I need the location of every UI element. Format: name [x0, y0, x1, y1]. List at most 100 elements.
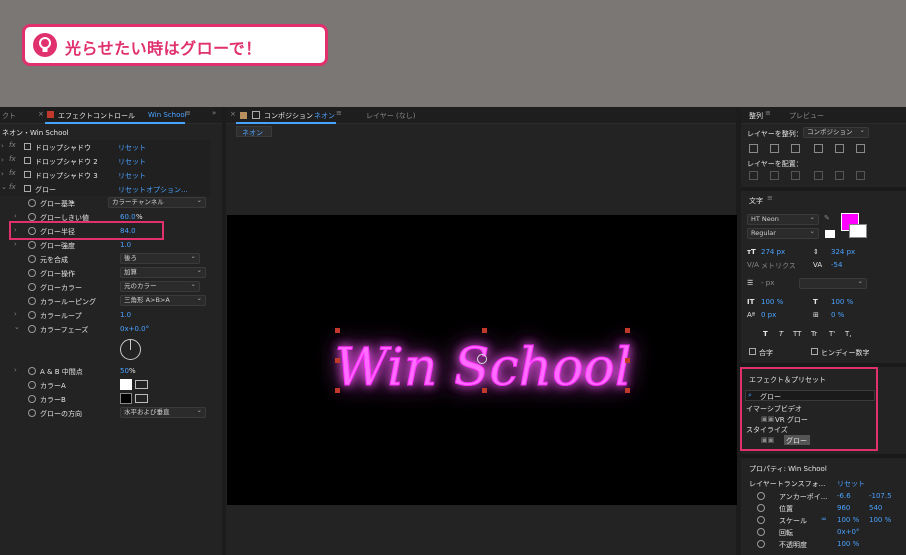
eyedropper-icon[interactable]: ✎ — [824, 214, 830, 222]
font-family-dropdown[interactable]: HT Neon — [747, 213, 819, 225]
effect-row-glow[interactable]: ⌄ fx グロー リセット オプション... — [0, 182, 210, 196]
expand-arrow-icon[interactable]: › — [14, 240, 17, 248]
color-a-swatch[interactable] — [120, 379, 132, 390]
glow-dimensions-dropdown[interactable]: 水平および垂直 — [120, 406, 206, 418]
panel-menu-icon[interactable]: ≡ — [336, 109, 342, 117]
glow-intensity-value[interactable]: 1.0 — [120, 241, 131, 249]
fx-icon[interactable]: fx — [9, 141, 16, 149]
expand-arrow-icon[interactable]: › — [14, 310, 17, 318]
tsume-value[interactable]: 0 % — [831, 311, 844, 319]
subscript-button[interactable]: T, — [845, 330, 852, 338]
position-y-value[interactable]: 540 — [869, 504, 882, 512]
distribute-icon[interactable] — [856, 171, 865, 180]
stopwatch-icon[interactable] — [28, 269, 36, 277]
font-size-value[interactable]: 274 px — [761, 248, 785, 256]
stopwatch-icon[interactable] — [757, 540, 765, 548]
anchor-point-icon[interactable] — [477, 354, 487, 364]
bbox-handle[interactable] — [335, 328, 340, 333]
panel-menu-icon[interactable]: ≡ — [765, 109, 771, 117]
hindi-checkbox[interactable] — [811, 348, 818, 355]
reset-link[interactable]: リセット — [118, 143, 146, 153]
stopwatch-icon[interactable] — [757, 504, 765, 512]
effect-row[interactable]: › fx ドロップシャドウ リセット — [0, 140, 210, 154]
all-caps-button[interactable]: TT — [793, 330, 801, 338]
rotation-value[interactable]: 0x+0° — [837, 528, 859, 536]
align-vcenter-icon[interactable] — [835, 144, 844, 153]
fx-icon[interactable]: fx — [9, 155, 16, 163]
tab-layer-name[interactable]: Win School — [148, 111, 187, 119]
align-to-dropdown[interactable]: コンポジション — [803, 126, 869, 138]
stopwatch-icon[interactable] — [28, 199, 36, 207]
tab-comp-name[interactable]: ネオン — [314, 111, 335, 121]
comp-subtab[interactable]: ネオン — [236, 126, 272, 137]
effect-row[interactable]: › fx ドロップシャドウ 3 リセット — [0, 168, 210, 182]
reset-link[interactable]: リセット — [118, 157, 146, 167]
color-b-swatch[interactable] — [120, 393, 132, 404]
link-icon[interactable]: ∞ — [821, 515, 827, 523]
tab-effect-controls[interactable]: エフェクトコントロール — [58, 111, 135, 121]
anchor-x-value[interactable]: -6.6 — [837, 492, 851, 500]
stopwatch-icon[interactable] — [28, 409, 36, 417]
composition-viewer[interactable]: Win School — [227, 215, 737, 505]
anchor-y-value[interactable]: -107.5 — [869, 492, 892, 500]
baseline-shift-value[interactable]: 0 px — [761, 311, 776, 319]
stopwatch-icon[interactable] — [28, 255, 36, 263]
panel-menu-icon[interactable]: ≡ — [185, 109, 191, 117]
stroke-style-dropdown[interactable] — [799, 277, 867, 289]
stopwatch-icon[interactable] — [757, 516, 765, 524]
align-right-icon[interactable] — [791, 144, 800, 153]
scale-y-value[interactable]: 100 % — [869, 516, 891, 524]
default-colors-icon[interactable] — [825, 230, 835, 238]
composite-original-dropdown[interactable]: 後ろ — [120, 252, 200, 264]
close-icon[interactable]: × — [38, 110, 44, 118]
bbox-handle[interactable] — [625, 388, 630, 393]
tab-layer[interactable]: レイヤー (なし) — [366, 111, 415, 121]
align-left-icon[interactable] — [749, 144, 758, 153]
reset-link[interactable]: リセット — [118, 171, 146, 181]
stopwatch-icon[interactable] — [28, 297, 36, 305]
stroke-color-swatch[interactable] — [849, 224, 867, 238]
align-bottom-icon[interactable] — [856, 144, 865, 153]
ligature-checkbox[interactable] — [749, 348, 756, 355]
distribute-icon[interactable] — [835, 171, 844, 180]
expand-arrow-icon[interactable]: › — [1, 156, 4, 164]
stopwatch-icon[interactable] — [28, 367, 36, 375]
bbox-handle[interactable] — [335, 388, 340, 393]
tab-properties[interactable]: プロパティ: Win School — [749, 464, 827, 474]
bbox-handle[interactable] — [625, 328, 630, 333]
stopwatch-icon[interactable] — [28, 283, 36, 291]
bbox-handle[interactable] — [625, 358, 630, 363]
align-top-icon[interactable] — [814, 144, 823, 153]
color-loops-value[interactable]: 1.0 — [120, 311, 131, 319]
faux-italic-button[interactable]: T — [779, 330, 783, 338]
glow-based-on-dropdown[interactable]: カラーチャンネル — [108, 196, 206, 208]
stroke-width-value[interactable]: - px — [761, 279, 774, 287]
reset-link[interactable]: リセット — [118, 185, 146, 195]
color-looping-dropdown[interactable]: 三角形 A>B>A — [120, 294, 206, 306]
options-link[interactable]: オプション... — [146, 185, 188, 195]
superscript-button[interactable]: T' — [829, 330, 835, 338]
expand-arrow-icon[interactable]: › — [1, 142, 4, 150]
font-style-dropdown[interactable]: Regular — [747, 227, 819, 239]
fx-icon[interactable]: fx — [9, 169, 16, 177]
expand-arrow-icon[interactable]: › — [14, 212, 17, 220]
stopwatch-icon[interactable] — [28, 395, 36, 403]
expand-arrow-icon[interactable]: › — [1, 170, 4, 178]
eyedropper-icon[interactable] — [135, 380, 148, 389]
panel-menu-icon[interactable]: ≡ — [767, 194, 773, 202]
stopwatch-icon[interactable] — [28, 381, 36, 389]
bbox-handle[interactable] — [482, 328, 487, 333]
eyedropper-icon[interactable] — [135, 394, 148, 403]
collapse-arrow-icon[interactable]: ⌄ — [1, 183, 7, 191]
tab-project[interactable]: クト — [2, 111, 16, 121]
faux-bold-button[interactable]: T — [763, 330, 768, 338]
stopwatch-icon[interactable] — [757, 492, 765, 500]
stopwatch-icon[interactable] — [28, 213, 36, 221]
glow-colors-dropdown[interactable]: 元のカラー — [120, 280, 200, 292]
phase-dial[interactable] — [120, 339, 141, 360]
vertical-scale-value[interactable]: 100 % — [761, 298, 783, 306]
stopwatch-icon[interactable] — [28, 241, 36, 249]
close-icon[interactable]: × — [230, 110, 236, 118]
collapse-arrow-icon[interactable]: ⌄ — [14, 323, 20, 331]
small-caps-button[interactable]: Tr — [811, 330, 817, 338]
